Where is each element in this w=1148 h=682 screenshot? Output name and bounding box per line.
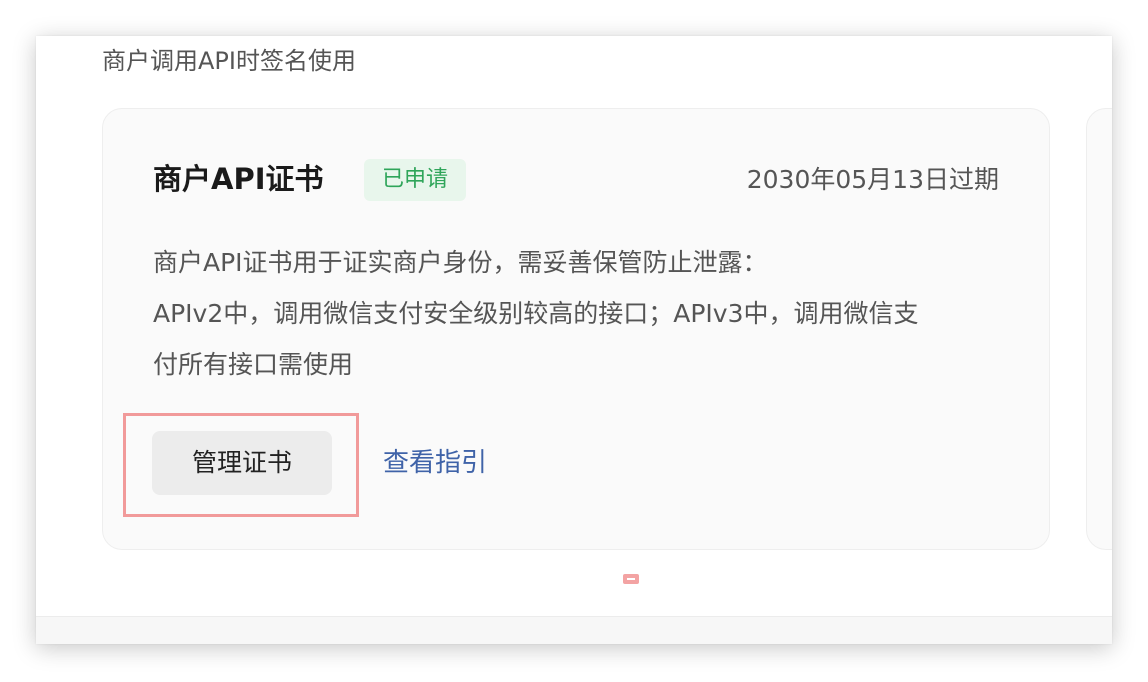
description-line: APIv2中，调用微信支付安全级别较高的接口；APIv3中，调用微信支: [153, 299, 919, 328]
section-description: 商户调用API时签名使用: [102, 47, 356, 75]
next-card-edge[interactable]: [1086, 108, 1112, 550]
view-guide-link[interactable]: 查看指引: [383, 443, 487, 483]
footer-strip: [36, 616, 1112, 644]
card-title: 商户API证书: [153, 162, 324, 196]
expire-date: 2030年05月13日过期: [746, 165, 999, 194]
card-description: 商户API证书用于证实商户身份，需妥善保管防止泄露： APIv2中，调用微信支付…: [153, 237, 1013, 390]
settings-panel: 商户调用API时签名使用 商户API证书 已申请 2030年05月13日过期 商…: [36, 36, 1112, 644]
manage-certificate-button[interactable]: 管理证书: [152, 431, 332, 495]
api-certificate-card: 商户API证书 已申请 2030年05月13日过期 商户API证书用于证实商户身…: [102, 108, 1050, 550]
description-line: 商户API证书用于证实商户身份，需妥善保管防止泄露：: [153, 248, 768, 277]
status-badge: 已申请: [364, 159, 467, 201]
description-line: 付所有接口需使用: [153, 350, 354, 379]
carousel-indicator[interactable]: [623, 574, 639, 584]
